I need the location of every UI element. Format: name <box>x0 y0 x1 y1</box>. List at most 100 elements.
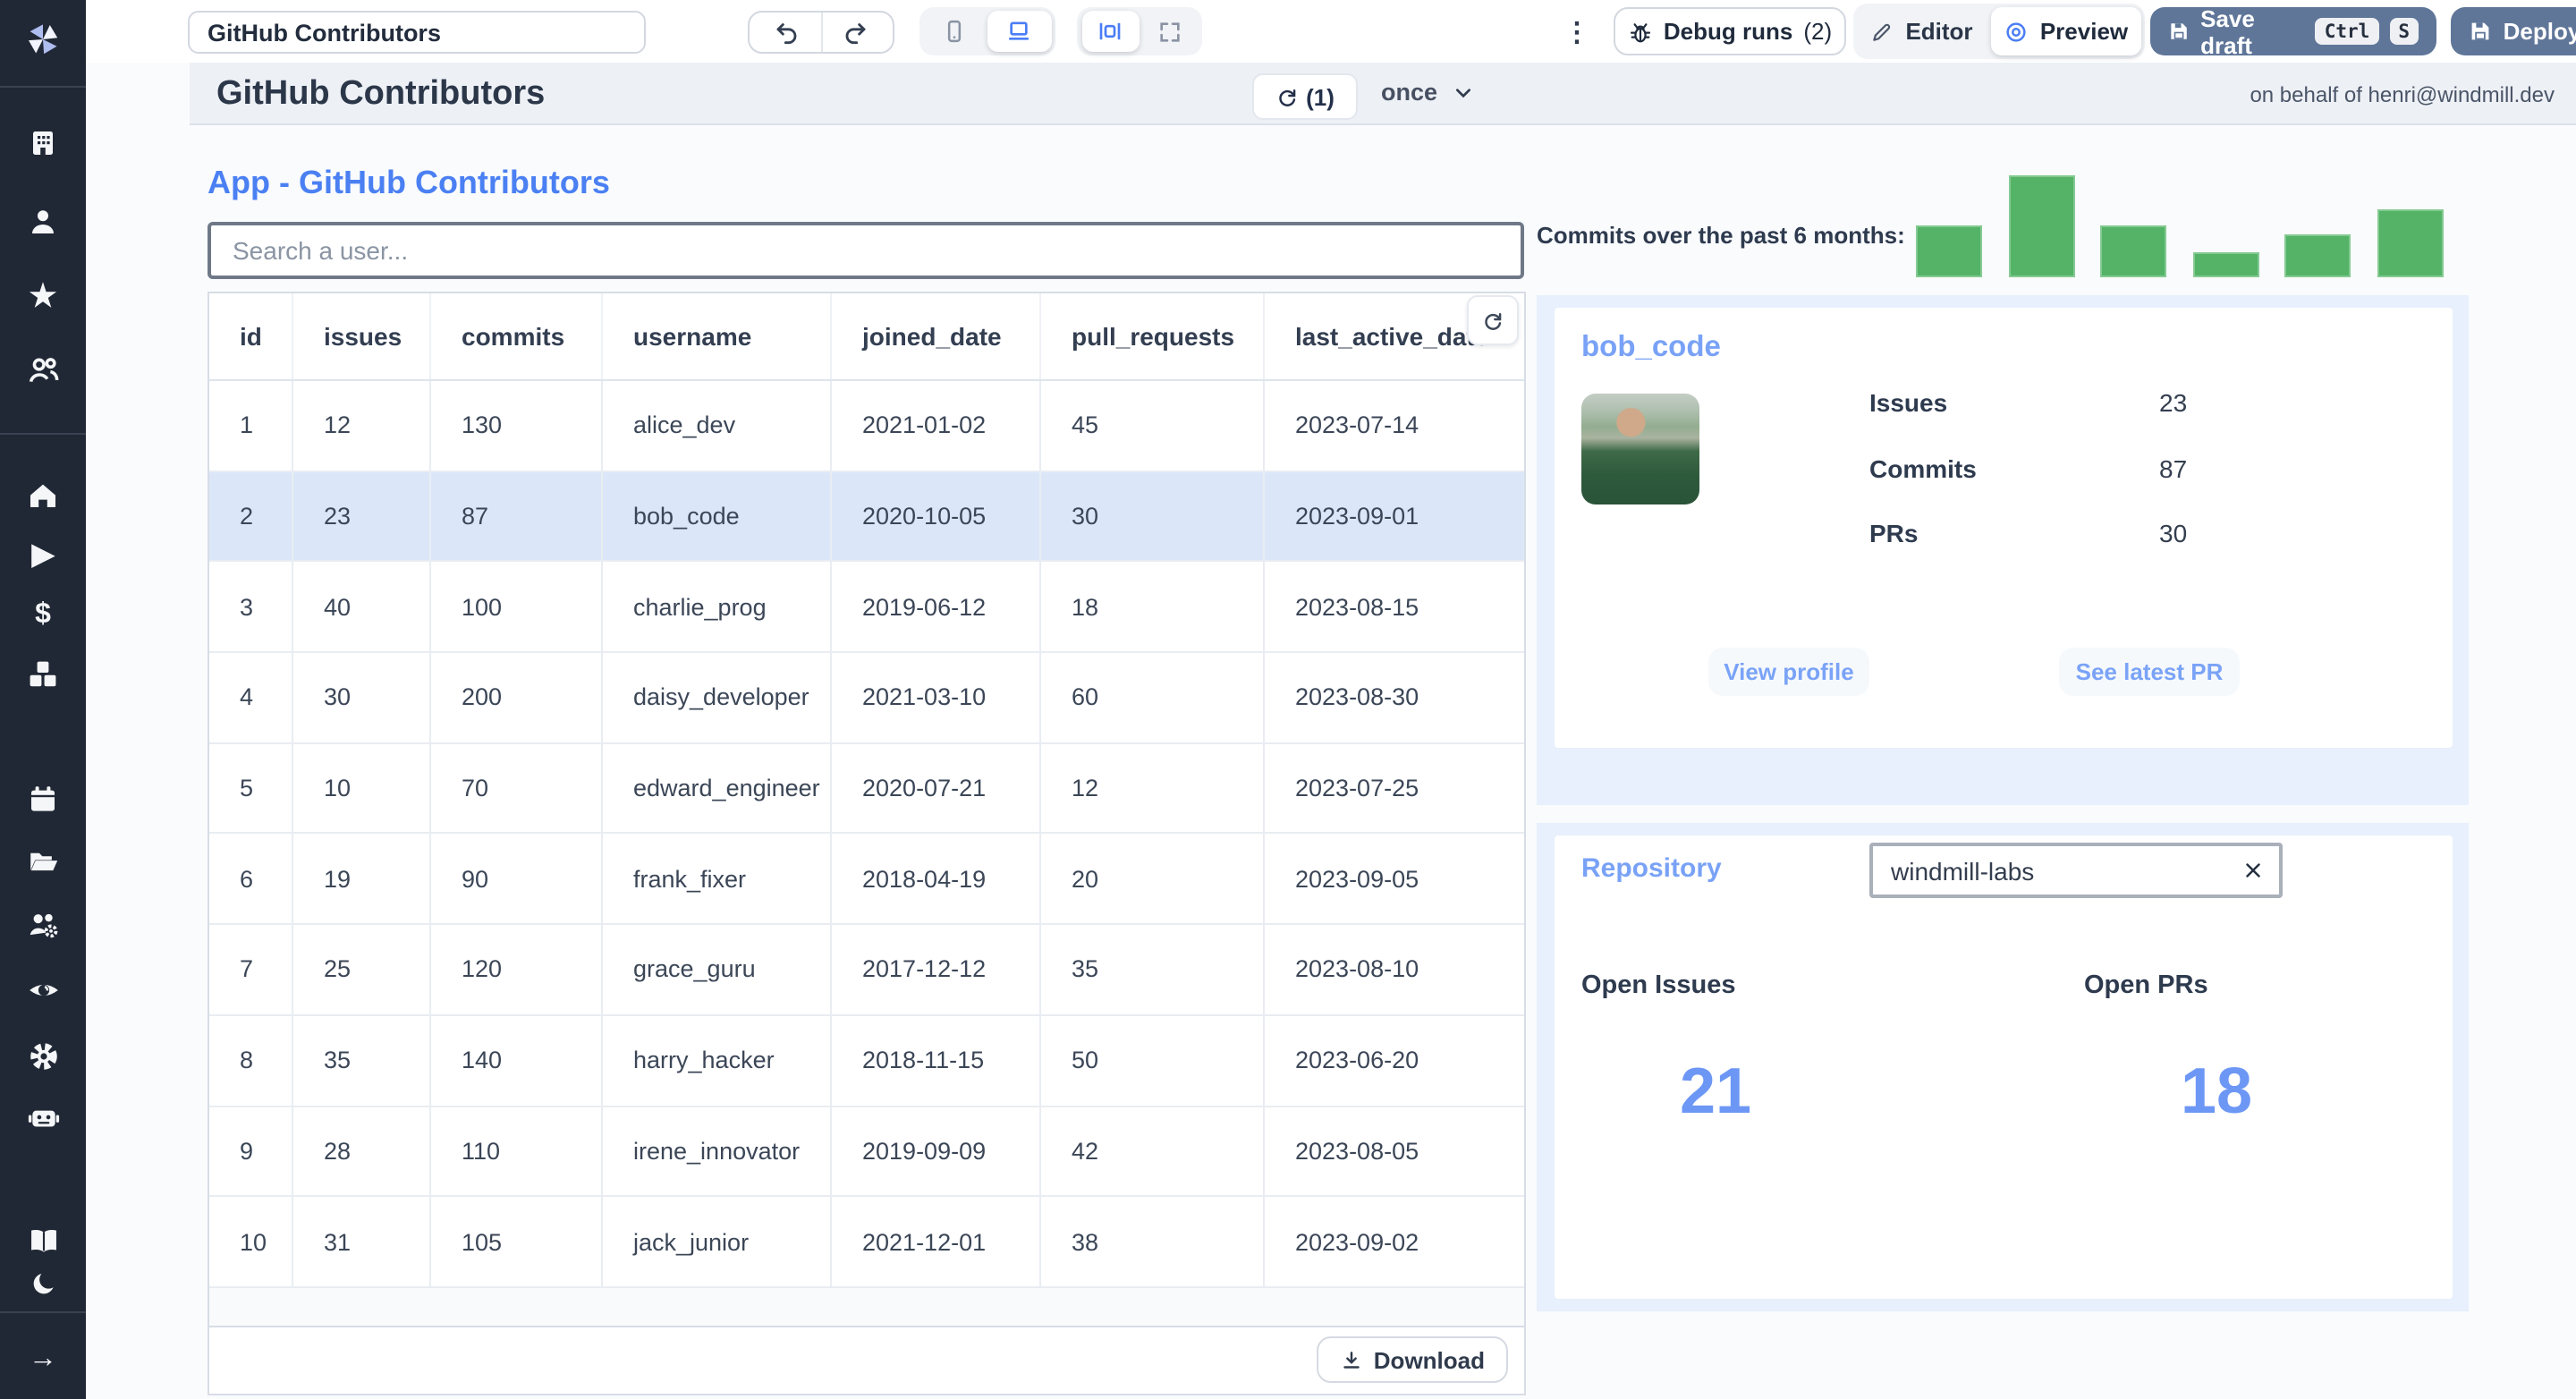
redo-button[interactable] <box>822 13 893 52</box>
book-open-icon[interactable] <box>0 1218 86 1261</box>
column-header: issues <box>293 293 431 379</box>
stat-value: 23 <box>2159 388 2188 417</box>
save-draft-button[interactable]: Save draft Ctrl S <box>2150 4 2436 58</box>
table-row[interactable]: 4 30 200 daisy_developer 2021-03-10 60 2023-08… <box>209 653 1524 744</box>
building-icon[interactable] <box>0 122 86 165</box>
table-footer-strip <box>209 1287 1524 1327</box>
play-icon[interactable]: ▶ <box>0 535 86 578</box>
layout-toggle-group <box>1077 7 1202 55</box>
users-gear-icon[interactable] <box>0 903 86 946</box>
robot-icon[interactable] <box>0 1095 86 1138</box>
users-icon[interactable] <box>0 349 86 392</box>
table-cell: 2023-07-14 <box>1295 411 1419 439</box>
table-cell: 2023-08-05 <box>1295 1137 1419 1165</box>
table-refresh-button[interactable] <box>1467 295 1519 345</box>
gear-icon[interactable] <box>0 1034 86 1077</box>
star-icon[interactable]: ★ <box>0 274 86 317</box>
deploy-button[interactable]: Deploy <box>2451 18 2576 45</box>
moon-icon[interactable] <box>0 1261 86 1304</box>
table-row[interactable]: 10 31 105 jack_junior 2021-12-01 38 2023-09-02 <box>209 1197 1524 1288</box>
table-cell: alice_dev <box>603 381 832 471</box>
table-cell: bob_code <box>603 471 832 561</box>
eye-icon[interactable] <box>0 968 86 1011</box>
table-cell: 12 <box>1041 743 1265 833</box>
search-input[interactable] <box>208 222 1524 279</box>
table-row[interactable]: 9 28 110 irene_innovator 2019-09-09 42 2023-08… <box>209 1106 1524 1198</box>
debug-runs-count: (2) <box>1803 18 1833 45</box>
table-cell: edward_engineer <box>603 743 832 833</box>
download-button[interactable]: Download <box>1316 1336 1508 1384</box>
column-header: joined_date <box>832 293 1041 379</box>
table-cell: 30 <box>293 653 431 742</box>
clear-input-button[interactable] <box>2225 859 2279 882</box>
table-cell: irene_innovator <box>603 1106 832 1196</box>
repository-input[interactable] <box>1873 856 2225 885</box>
fullscreen-icon[interactable] <box>1140 11 1198 52</box>
stat-label: PRs <box>1869 519 1919 547</box>
table-row[interactable]: 2 23 87 bob_code 2020-10-05 30 2023-09-01 <box>209 471 1524 563</box>
chevron-down-icon <box>1455 88 1470 98</box>
open-issues-value: 21 <box>1679 1054 1752 1127</box>
debug-runs-button[interactable]: Debug runs (2) <box>1614 7 1846 55</box>
dollar-icon[interactable]: $ <box>0 594 86 637</box>
stat-value: 87 <box>2159 454 2188 482</box>
arrow-right-icon[interactable]: → <box>0 1338 86 1381</box>
sidebar-divider <box>0 433 86 435</box>
table-cell: 2023-08-15 <box>1295 593 1419 621</box>
table-row[interactable]: 5 10 70 edward_engineer 2020-07-21 12 2023-07-… <box>209 743 1524 835</box>
view-profile-button[interactable]: View profile <box>1708 648 1869 696</box>
open-prs-value: 18 <box>2180 1054 2253 1127</box>
editor-preview-toggle: Editor Preview <box>1853 4 2145 59</box>
user-icon[interactable] <box>0 200 86 243</box>
contributor-card: bob_code Issues 23 Commits 87 PRs 30 View pro… <box>1555 308 2453 748</box>
table-row[interactable]: 1 12 130 alice_dev 2021-01-02 45 2023-07-14 <box>209 381 1524 472</box>
mobile-view-button[interactable] <box>924 11 985 52</box>
table-cell: 90 <box>431 834 603 924</box>
centered-layout-button[interactable] <box>1081 11 1139 52</box>
avatar <box>1581 394 1699 504</box>
table-cell: 30 <box>1041 471 1265 561</box>
table-cell: 25 <box>293 925 431 1014</box>
table-row[interactable]: 8 35 140 harry_hacker 2018-11-15 50 2023-06-20 <box>209 1015 1524 1106</box>
boxes-icon[interactable] <box>0 653 86 696</box>
device-toggle-group <box>919 7 1055 55</box>
table-cell: 40 <box>293 562 431 652</box>
stat-label: Commits <box>1869 454 1977 482</box>
deploy-split-button: Deploy <box>2451 7 2576 55</box>
table-cell: 3 <box>209 562 293 652</box>
stat-value: 30 <box>2159 519 2188 547</box>
more-options-button[interactable]: ⋮ <box>1563 16 1590 48</box>
windmill-logo-icon[interactable] <box>0 18 86 61</box>
table-cell: 140 <box>431 1015 603 1105</box>
folder-open-icon[interactable] <box>0 839 86 882</box>
table-cell: 2023-06-20 <box>1295 1047 1419 1074</box>
refresh-icon <box>1485 311 1502 329</box>
table-cell: 23 <box>293 471 431 561</box>
table-cell: 2 <box>209 471 293 561</box>
table-cell: 100 <box>431 562 603 652</box>
table-row[interactable]: 3 40 100 charlie_prog 2019-06-12 18 2023-08-15 <box>209 562 1524 654</box>
table-row[interactable]: 6 19 90 frank_fixer 2018-04-19 20 2023-09-05 <box>209 834 1524 926</box>
column-header: username <box>603 293 832 379</box>
see-latest-pr-button[interactable]: See latest PR <box>2059 648 2240 696</box>
undo-button[interactable] <box>750 13 822 52</box>
table-cell: jack_junior <box>603 1197 832 1286</box>
desktop-view-button[interactable] <box>987 11 1051 52</box>
editor-tab[interactable]: Editor <box>1853 18 1991 45</box>
app-header: GitHub Contributors (1) once on behalf o… <box>190 63 2576 125</box>
preview-tab[interactable]: Preview <box>1991 7 2141 55</box>
save-icon <box>2171 23 2187 39</box>
schedule-select[interactable]: once <box>1381 79 1473 106</box>
calendar-icon[interactable] <box>0 778 86 821</box>
contributor-stats: Issues 23 Commits 87 PRs 30 <box>1869 388 2406 584</box>
on-behalf-label: on behalf of henri@windmill.dev <box>2250 82 2555 107</box>
table-cell: 5 <box>209 743 293 833</box>
app-refresh-button[interactable]: (1) <box>1252 73 1358 120</box>
app-title-input[interactable] <box>188 11 646 54</box>
home-icon[interactable] <box>0 474 86 517</box>
table-cell: 2023-08-30 <box>1295 683 1419 711</box>
table-row[interactable]: 7 25 120 grace_guru 2017-12-12 35 2023-08-10 <box>209 925 1524 1016</box>
repository-input-wrap <box>1869 843 2283 898</box>
table-cell: 7 <box>209 925 293 1014</box>
kbd-ctrl: Ctrl <box>2315 18 2379 45</box>
